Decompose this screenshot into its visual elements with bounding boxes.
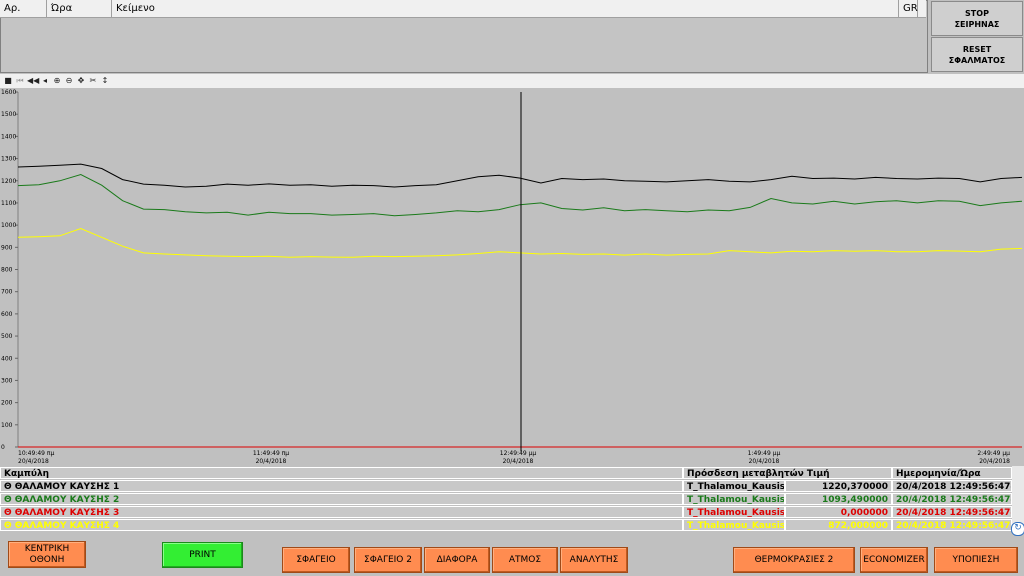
x-tick-time: 10:49:49 πμ	[18, 450, 54, 457]
economizer-button[interactable]: ECONOMIZER	[860, 547, 928, 573]
legend-row[interactable]: Θ ΘΑΛΑΜΟΥ ΚΑΥΣΗΣ 4 T_Thalamou_Kausis... 87…	[0, 519, 1012, 531]
legend-datetime: 20/4/2018 12:49:56:474...	[892, 519, 1012, 531]
scissors-icon[interactable]: ✂	[88, 75, 98, 86]
ypopiesi-button[interactable]: ΥΠΟΠΙΕΣΗ	[934, 547, 1018, 573]
y-tick-label: 1500	[1, 111, 16, 118]
header-datetime[interactable]: Ημερομηνία/Ώρα	[892, 467, 1012, 479]
main-screen-button[interactable]: ΚΕΝΤΡΙΚΗ ΟΘΟΝΗ	[8, 541, 86, 568]
legend-tag: T_Thalamou_Kausis...	[683, 493, 785, 505]
curve-legend-table: Καμπύλη Πρόσδεση μεταβλητών Τιμή Ημερομη…	[0, 466, 1024, 536]
trend-chart[interactable]: 1600150014001300120011001000900800700600…	[0, 89, 1024, 467]
reset-fault-button[interactable]: RESET ΣΦΑΛΜΑΤΟΣ	[931, 37, 1023, 72]
x-tick-time: 12:49:49 μμ	[500, 450, 537, 457]
refresh-icon[interactable]: ↻	[1011, 522, 1024, 536]
x-tick-time: 1:49:49 μμ	[748, 450, 781, 457]
first-page-icon[interactable]: ⏮	[15, 75, 25, 86]
header-spacer	[918, 0, 926, 17]
y-tick-label: 1200	[1, 178, 16, 185]
analytis-button[interactable]: ΑΝΑΛΥΤΗΣ	[560, 547, 628, 573]
x-tick-date: 20/4/2018	[749, 458, 780, 465]
previous-icon[interactable]: ◀◀	[27, 75, 39, 86]
legend-tag: T_Thalamou_Kausis...	[683, 519, 785, 531]
legend-curve-name: Θ ΘΑΛΑΜΟΥ ΚΑΥΣΗΣ 2	[0, 493, 683, 505]
x-tick-time: 2:49:49 μμ	[977, 450, 1010, 457]
y-tick-label: 300	[1, 377, 13, 384]
legend-datetime: 20/4/2018 12:49:56:474...	[892, 480, 1012, 492]
pan-icon[interactable]: ✥	[76, 75, 86, 86]
sfageio-button[interactable]: ΣΦΑΓΕΙΟ	[282, 547, 350, 573]
legend-value: 1093,490000	[785, 493, 892, 505]
x-tick-date: 20/4/2018	[503, 458, 534, 465]
legend-value: 872,000000	[785, 519, 892, 531]
y-tick-label: 200	[1, 400, 13, 407]
y-tick-label: 1400	[1, 133, 16, 140]
zoom-out-icon[interactable]: ⊖	[64, 75, 74, 86]
legend-curve-name: Θ ΘΑΛΑΜΟΥ ΚΑΥΣΗΣ 3	[0, 506, 683, 518]
legend-curve-name: Θ ΘΑΛΑΜΟΥ ΚΑΥΣΗΣ 1	[0, 480, 683, 492]
header-binding-value[interactable]: Πρόσδεση μεταβλητών Τιμή	[683, 467, 892, 479]
y-tick-label: 600	[1, 311, 13, 318]
y-tick-label: 100	[1, 422, 13, 429]
legend-row[interactable]: Θ ΘΑΛΑΜΟΥ ΚΑΥΣΗΣ 3 T_Thalamou_Kausis... 0,…	[0, 506, 1012, 518]
cursor-icon[interactable]: ↕	[100, 75, 110, 86]
header-curve[interactable]: Καμπύλη	[0, 467, 683, 479]
atmos-button[interactable]: ΑΤΜΟΣ	[492, 547, 558, 573]
legend-value: 0,000000	[785, 506, 892, 518]
legend-datetime: 20/4/2018 12:49:56:474...	[892, 493, 1012, 505]
column-number[interactable]: Αρ.	[0, 0, 47, 17]
x-tick-date: 20/4/2018	[979, 458, 1010, 465]
y-tick-label: 1100	[1, 200, 16, 207]
y-tick-label: 700	[1, 289, 13, 296]
column-time[interactable]: Ώρα	[47, 0, 112, 17]
stop-icon[interactable]: ■	[3, 75, 13, 86]
trend-toolbar: ■ ⏮ ◀◀ ◂ ⊕ ⊖ ✥ ✂ ↕	[0, 74, 1024, 88]
diafora-button[interactable]: ΔΙΑΦΟΡΑ	[424, 547, 490, 573]
legend-header: Καμπύλη Πρόσδεση μεταβλητών Τιμή Ημερομη…	[0, 467, 1012, 479]
alarm-table-header: Αρ. Ώρα Κείμενο GR	[0, 0, 926, 18]
column-text[interactable]: Κείμενο	[112, 0, 899, 17]
legend-tag: T_Thalamou_Kausis...	[683, 506, 785, 518]
stop-siren-button[interactable]: STOP ΣΕΙΡΗΝΑΣ	[931, 1, 1023, 36]
legend-tag: T_Thalamou_Kausis...	[683, 480, 785, 492]
y-tick-label: 1600	[1, 89, 16, 96]
y-tick-label: 800	[1, 267, 13, 274]
y-tick-label: 0	[1, 444, 5, 451]
legend-curve-name: Θ ΘΑΛΑΜΟΥ ΚΑΥΣΗΣ 4	[0, 519, 683, 531]
step-back-icon[interactable]: ◂	[40, 75, 50, 86]
column-gr[interactable]: GR	[899, 0, 918, 17]
y-tick-label: 500	[1, 333, 13, 340]
print-button[interactable]: PRINT	[162, 542, 243, 568]
y-tick-label: 1300	[1, 156, 16, 163]
thermokrasies2-button[interactable]: ΘΕΡΜΟΚΡΑΣΙΕΣ 2	[733, 547, 855, 573]
y-tick-label: 1000	[1, 222, 16, 229]
x-tick-date: 20/4/2018	[18, 458, 49, 465]
zoom-in-icon[interactable]: ⊕	[52, 75, 62, 86]
legend-value: 1220,370000	[785, 480, 892, 492]
legend-datetime: 20/4/2018 12:49:56:474...	[892, 506, 1012, 518]
x-tick-date: 20/4/2018	[256, 458, 287, 465]
legend-row[interactable]: Θ ΘΑΛΑΜΟΥ ΚΑΥΣΗΣ 2 T_Thalamou_Kausis... 10…	[0, 493, 1012, 505]
y-tick-label: 400	[1, 355, 13, 362]
sfageio2-button[interactable]: ΣΦΑΓΕΙΟ 2	[354, 547, 422, 573]
legend-row[interactable]: Θ ΘΑΛΑΜΟΥ ΚΑΥΣΗΣ 1 T_Thalamou_Kausis... 12…	[0, 480, 1012, 492]
x-tick-time: 11:49:49 πμ	[253, 450, 289, 457]
y-tick-label: 900	[1, 244, 13, 251]
